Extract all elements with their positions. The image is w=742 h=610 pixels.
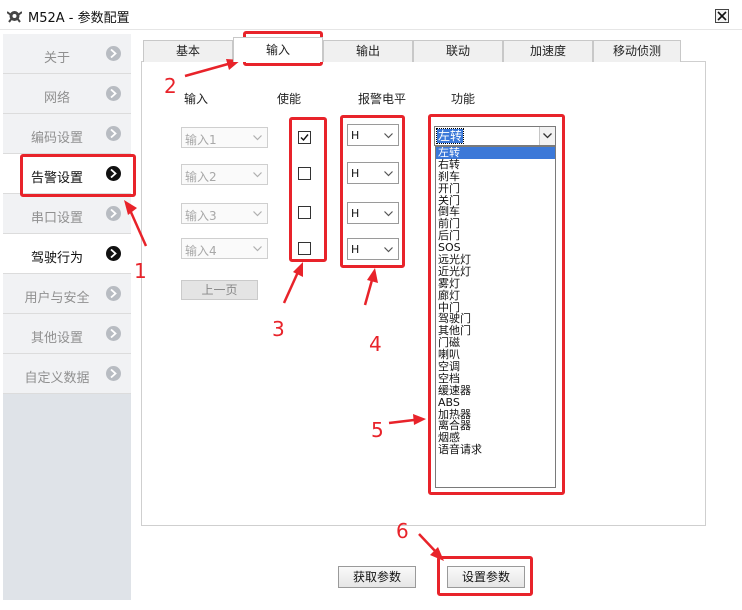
annotation-number-2: 2: [164, 74, 177, 98]
annotation-number-3: 3: [272, 317, 285, 341]
annotation-arrow-5: [388, 414, 426, 425]
annotation-arrow-1: [124, 200, 148, 247]
annotation-arrow-3: [282, 262, 303, 304]
annotation-arrow-6: [418, 533, 444, 561]
annotation-arrows: [124, 59, 444, 561]
annotation-number-1: 1: [134, 259, 147, 283]
annotation-number-6: 6: [396, 519, 409, 543]
annotation-number-5: 5: [371, 418, 384, 442]
tab-input[interactable]: 输入: [233, 37, 323, 62]
annotation-arrow-4: [363, 268, 378, 306]
annotation-number-4: 4: [369, 332, 382, 356]
